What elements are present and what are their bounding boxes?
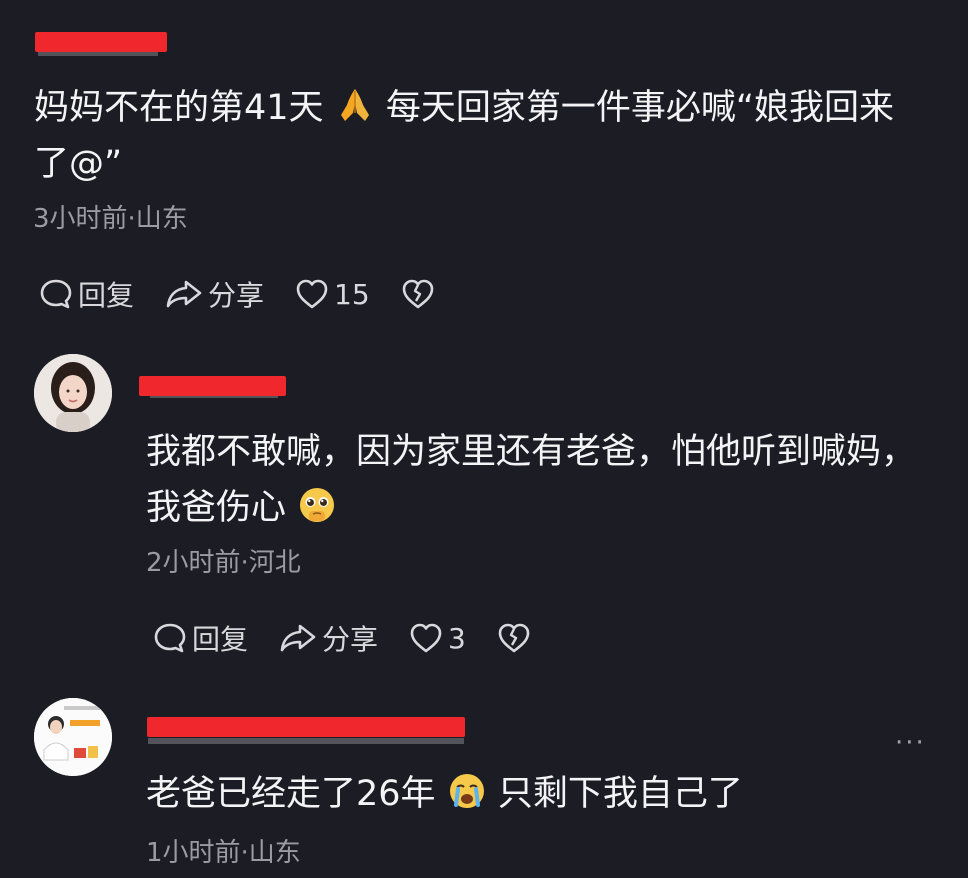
heart-icon — [410, 623, 442, 653]
comment-bubble-icon — [154, 623, 186, 653]
reply-button[interactable]: 回复 — [152, 618, 248, 658]
comment-text-line-2: 了@” — [34, 144, 123, 184]
comment-text-line-1: 我都不敢喊，因为家里还有老爸，怕他听到喊妈， — [146, 432, 917, 472]
reply-label: 回复 — [192, 623, 249, 656]
pleading-face-icon — [297, 485, 337, 542]
share-arrow-icon — [280, 624, 316, 652]
comment-bubble-icon — [40, 279, 72, 309]
like-button[interactable]: 15 — [294, 276, 370, 312]
dislike-button[interactable] — [400, 276, 440, 312]
dislike-button[interactable] — [496, 620, 536, 656]
share-label: 分享 — [322, 623, 379, 656]
comment-meta: 1小时前·山东 — [146, 838, 301, 868]
comment-meta: 3小时前·山东 — [33, 204, 188, 234]
reply-button[interactable]: 回复 — [38, 274, 134, 314]
username-redaction-shadow — [148, 738, 464, 744]
comment-meta: 2小时前·河北 — [146, 548, 301, 578]
broken-heart-icon — [402, 279, 433, 309]
broken-heart-icon — [498, 623, 530, 653]
heart-icon — [296, 279, 328, 309]
comment-actions: 回复 分享 15 — [38, 274, 470, 314]
share-label: 分享 — [208, 279, 265, 312]
username-redacted — [139, 376, 286, 396]
like-count: 15 — [334, 277, 370, 311]
more-options-button[interactable]: ··· — [895, 728, 926, 758]
like-count: 3 — [448, 621, 466, 655]
comment-text-line-1: 妈妈不在的第41天 每天回家第一件事必喊“娘我回来 — [34, 80, 894, 142]
share-button[interactable]: 分享 — [164, 274, 264, 314]
comment-text-line-2: 我爸伤心 — [146, 480, 337, 542]
like-button[interactable]: 3 — [408, 620, 466, 656]
avatar[interactable] — [34, 698, 112, 776]
share-button[interactable]: 分享 — [278, 618, 378, 658]
comment-actions: 回复 分享 3 — [152, 618, 566, 658]
share-arrow-icon — [166, 280, 202, 308]
username-redacted — [35, 32, 167, 52]
folded-hands-icon — [335, 85, 375, 142]
crying-face-icon — [447, 771, 487, 828]
username-redacted — [147, 717, 465, 737]
reply-label: 回复 — [78, 279, 135, 312]
avatar[interactable] — [34, 354, 112, 432]
comment-text-line-1: 老爸已经走了26年 只剩下我自己了 — [146, 766, 743, 828]
